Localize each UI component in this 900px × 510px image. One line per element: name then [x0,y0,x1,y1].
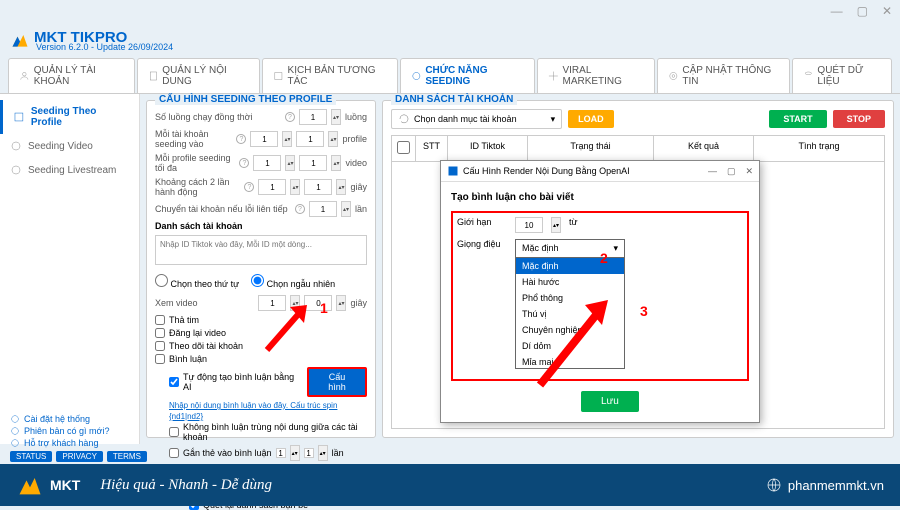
tab-update[interactable]: CẬP NHẬT THÔNG TIN [657,58,790,93]
chevron-down-icon: ▾ [613,243,618,254]
info-icon[interactable]: ? [285,112,295,122]
chevron-down-icon: ▾ [551,114,556,125]
load-button[interactable]: LOAD [568,110,614,128]
link-whatsnew[interactable]: Phiên bản có gì mới? [10,426,147,436]
tab-scripts[interactable]: KỊCH BẢN TƯƠNG TÁC [262,58,398,93]
radio-random[interactable] [251,274,264,287]
globe-icon [766,477,782,493]
pill-status[interactable]: STATUS [10,451,52,462]
sidebar: Seeding Theo Profile Seeding Video Seedi… [0,94,140,444]
refresh-icon [398,113,410,125]
db-icon [803,70,814,82]
logo-icon [10,30,30,50]
panel-accounts-title: DANH SÁCH TÀI KHOẢN [391,94,517,105]
chk-tag[interactable] [169,448,179,458]
select-all[interactable] [397,141,410,154]
sidebar-item-video[interactable]: Seeding Video [0,134,139,158]
account-list-input[interactable] [155,235,367,265]
footer-site[interactable]: phanmemmkt.vn [766,477,884,493]
tab-content[interactable]: QUẢN LÝ NỘI DUNG [137,58,260,93]
save-button[interactable]: Lưu [581,391,639,412]
help-icon [10,438,20,448]
chk-like[interactable] [155,315,165,325]
seed-icon [411,70,422,82]
threads-input[interactable] [299,109,327,125]
modal-heading: Tạo bình luận cho bài viết [451,192,749,203]
video-icon [10,140,22,152]
modal-max-icon[interactable]: ▢ [727,166,736,177]
bottom-links: Cài đặt hệ thống Phiên bản có gì mới? Hỗ… [10,414,147,464]
tone-option[interactable]: Hài hước [516,274,624,290]
gear-icon [668,70,679,82]
info-icon [10,426,20,436]
arrow-3 [530,290,630,390]
gear-icon [10,414,20,424]
app-icon [447,165,459,177]
modal-close-icon[interactable]: ✕ [745,166,753,177]
info-icon[interactable]: ? [295,204,305,214]
user-icon [19,70,30,82]
logo-icon [16,471,44,499]
chk-follow[interactable] [155,341,165,351]
tab-accounts[interactable]: QUẢN LÝ TÀI KHOẢN [8,58,135,93]
list-title: Danh sách tài khoản [155,221,367,231]
link-support[interactable]: Hỗ trợ khách hàng [10,438,147,448]
modal-min-icon[interactable]: — [708,166,717,177]
info-icon[interactable]: ? [236,134,246,144]
panel-config-title: CẤU HÌNH SEEDING THEO PROFILE [155,94,336,105]
viral-icon [548,70,559,82]
footer-tagline: Hiệu quả - Nhanh - Dễ dùng [100,477,272,494]
minimize-icon[interactable]: — [831,4,843,18]
footer: MKT Hiệu quả - Nhanh - Dễ dùng phanmemmk… [0,464,900,506]
modal-titlebar: Cấu Hình Render Nội Dung Bằng OpenAI —▢✕ [441,161,759,182]
info-icon[interactable]: ? [244,182,254,192]
spinner[interactable]: ▴▾ [331,109,341,125]
radio-order[interactable] [155,274,168,287]
panel-config: CẤU HÌNH SEEDING THEO PROFILE Số luồng c… [146,100,376,438]
tab-scrape[interactable]: QUÉT DỮ LIỆU [792,58,892,93]
main-tabbar: QUẢN LÝ TÀI KHOẢN QUẢN LÝ NỘI DUNG KỊCH … [0,58,900,94]
doc-icon [148,70,159,82]
pill-privacy[interactable]: PRIVACY [56,451,103,462]
annotation-1: 1 [320,300,328,316]
chk-repost[interactable] [155,328,165,338]
sidebar-item-profile[interactable]: Seeding Theo Profile [0,100,139,134]
tab-seeding[interactable]: CHỨC NĂNG SEEDING [400,58,535,93]
maximize-icon[interactable]: ▢ [857,4,868,18]
app-version: Version 6.2.0 - Update 26/09/2024 [36,42,173,52]
app-logo: MKT TIKPRO Version 6.2.0 - Update 26/09/… [10,29,173,52]
close-icon[interactable]: ✕ [882,4,892,18]
annotation-2: 2 [600,250,608,266]
arrow-1 [262,295,322,355]
config-button[interactable]: Cấu hình [307,367,367,397]
start-button[interactable]: START [769,110,826,128]
profile-icon [13,111,25,123]
window-titlebar: — ▢ ✕ [0,0,900,22]
annotation-3: 3 [640,303,648,319]
info-icon[interactable]: ? [239,158,249,168]
chk-comment[interactable] [155,354,165,364]
footer-logo: MKT [16,471,80,499]
pill-terms[interactable]: TERMS [107,451,147,462]
limit-input[interactable] [515,217,543,233]
live-icon [10,164,22,176]
script-icon [273,70,284,82]
sidebar-item-live[interactable]: Seeding Livestream [0,158,139,182]
chk-ai[interactable] [169,377,179,387]
category-dropdown[interactable]: Chọn danh mục tài khoản▾ [391,109,562,129]
link-spin[interactable]: Nhập nội dung bình luận vào đây. Cấu trú… [169,401,337,421]
chk-nodupe[interactable] [169,427,179,437]
stop-button[interactable]: STOP [833,110,885,128]
link-settings[interactable]: Cài đặt hệ thống [10,414,147,424]
app-header: MKT TIKPRO Version 6.2.0 - Update 26/09/… [0,22,900,58]
tab-viral[interactable]: VIRAL MARKETING [537,58,655,93]
